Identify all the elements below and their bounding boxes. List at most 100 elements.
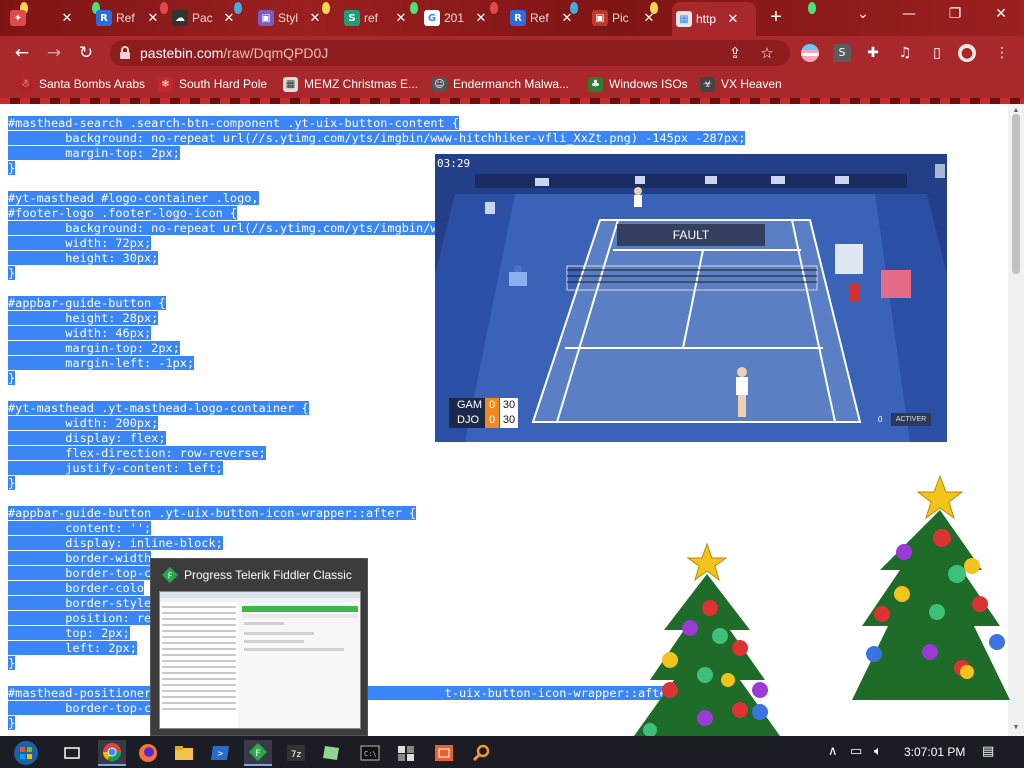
letter-r-icon: R (510, 10, 526, 26)
browser-tab[interactable]: R Ref ✕ (92, 4, 172, 32)
selected-code-text: content: ''; (8, 521, 152, 535)
scroll-down-arrow-icon[interactable]: ▼ (1011, 724, 1021, 732)
show-hidden-icons-icon[interactable]: ∧ (828, 744, 838, 759)
forward-button[interactable]: → (42, 41, 66, 65)
selected-code-text: #yt-masthead .yt-masthead-logo-container… (8, 401, 309, 415)
code-line: background: no-repeat url(//s.ytimg.com/… (8, 131, 746, 146)
bookmark-item[interactable]: ☃ Santa Bombs Arabs (18, 75, 145, 93)
svg-text:F: F (168, 572, 173, 581)
tree-icon: ♣ (588, 76, 603, 92)
activer-button[interactable]: ACTIVER (891, 413, 931, 426)
tab-title: Pic (612, 11, 629, 25)
task-view-icon[interactable] (58, 740, 86, 766)
new-tab-button[interactable]: + (764, 6, 788, 30)
bookmark-label: Windows ISOs (609, 77, 688, 91)
media-control-icon[interactable]: ♫ (896, 44, 914, 62)
search-app-icon[interactable] (468, 740, 496, 766)
browser-tab[interactable]: ▣ Pic ✕ (588, 4, 668, 32)
cloud-icon: ☁ (172, 10, 188, 26)
volume-icon[interactable]: 🔈︎ (874, 744, 882, 759)
fiddler-window-preview[interactable] (159, 591, 361, 729)
flag-extension-icon[interactable] (801, 44, 819, 62)
reg-app-icon[interactable] (430, 740, 458, 766)
file-explorer-icon[interactable] (170, 740, 198, 766)
close-tab-icon[interactable]: ✕ (146, 10, 160, 26)
fiddler-icon[interactable]: F (244, 740, 272, 766)
menu-kebab-icon[interactable]: ⋮ (993, 44, 1011, 62)
browser-tab[interactable]: Sref ✕ (340, 4, 420, 32)
tab-search-chevron-icon[interactable]: ⌄ (840, 0, 886, 30)
windows-taskbar: > F 7z C:\ ∧ ▭ 🔈︎ 3:07:01 PM ▤ (0, 736, 1024, 768)
taskbar-thumbnail-preview[interactable]: F Progress Telerik Fiddler Classic (150, 558, 368, 736)
back-button[interactable]: ← (10, 41, 34, 65)
browser-tab[interactable]: R Ref ✕ (506, 4, 586, 32)
scrollbar-thumb[interactable] (1012, 114, 1020, 274)
tennis-game-overlay[interactable]: 03:29 FAULT GAM 0 30 DJO 0 30 0 ACTIVER (435, 154, 947, 442)
close-tab-icon[interactable]: ✕ (560, 10, 574, 26)
close-tab-icon[interactable]: ✕ (308, 10, 322, 26)
player-1-name: GAM (449, 398, 485, 413)
fiddler-icon: F (162, 567, 178, 583)
close-tab-icon[interactable]: ✕ (222, 10, 236, 26)
close-tab-icon[interactable]: ✕ (394, 10, 408, 26)
navigation-bar: ← → ↻ pastebin.com/raw/DqmQPD0J ⇪ ☆ S ✚ … (0, 36, 1024, 70)
close-tab-icon[interactable]: ✕ (60, 10, 74, 26)
bookmark-item[interactable]: ▦ MEMZ Christmas E... (283, 75, 418, 93)
system-clock[interactable]: 3:07:01 PM (904, 745, 965, 759)
tab-title: Styl (278, 11, 299, 25)
firefox-icon[interactable] (134, 740, 162, 766)
cmd-icon[interactable]: C:\ (356, 740, 384, 766)
start-orb-icon[interactable] (8, 740, 44, 766)
7zip-icon[interactable]: 7z (282, 740, 310, 766)
powershell-icon[interactable]: > (206, 740, 234, 766)
share-icon[interactable]: ⇪ (726, 44, 744, 62)
bookmark-item[interactable]: ♣ Windows ISOs (588, 75, 688, 93)
selected-code-text: height: 28px; (8, 311, 159, 325)
reload-button[interactable]: ↻ (74, 41, 98, 65)
tab-title: Pac (192, 11, 213, 25)
thumbnail-title: Progress Telerik Fiddler Classic (184, 568, 352, 582)
xmas-tab-icon: ✦ (10, 10, 26, 26)
browser-tab[interactable]: ▣ Styl ✕ (254, 4, 334, 32)
profile-avatar-icon[interactable]: ● (958, 44, 976, 62)
biohazard-icon: ☣ (700, 76, 715, 92)
extensions-puzzle-icon[interactable]: ✚ (864, 44, 882, 62)
browser-tab[interactable]: ✦ ✕ (6, 4, 86, 32)
tab-title: ref (364, 11, 379, 25)
browser-tab[interactable]: ▦ http ✕ (672, 2, 756, 36)
selected-code-text: left: 2px; (8, 641, 137, 655)
puzzle-app-icon[interactable] (392, 740, 420, 766)
grid-icon: ▦ (676, 11, 692, 27)
svg-text:C:\: C:\ (364, 750, 377, 758)
close-tab-icon[interactable]: ✕ (642, 10, 656, 26)
selected-code-text: margin-top: 2px; (8, 146, 180, 160)
svg-text:F: F (255, 749, 260, 759)
bookmark-star-icon[interactable]: ☆ (758, 44, 776, 62)
selected-code-text: margin-left: -1px; (8, 356, 195, 370)
browser-tab[interactable]: G 201 ✕ (420, 4, 500, 32)
address-bar[interactable]: pastebin.com/raw/DqmQPD0J ⇪ ☆ (110, 40, 790, 66)
selected-code-text: border-top-c (8, 701, 152, 715)
restore-button[interactable]: ❐ (932, 0, 978, 30)
side-panel-icon[interactable]: ▯ (928, 44, 946, 62)
bookmark-item[interactable]: ❄ South Hard Pole (158, 75, 267, 93)
selected-code-text: justify-content: left; (8, 461, 223, 475)
code-line: #appbar-guide-button .yt-uix-button-icon… (8, 506, 745, 521)
browser-tab[interactable]: ☁ Pac ✕ (168, 4, 248, 32)
lock-icon[interactable] (120, 46, 130, 59)
close-tab-icon[interactable]: ✕ (474, 10, 488, 26)
s-extension-icon[interactable]: S (833, 44, 851, 62)
minimize-button[interactable]: — (886, 0, 932, 30)
chrome-icon[interactable] (98, 740, 126, 766)
bookmark-item[interactable]: ☣ VX Heaven (700, 75, 782, 93)
tab-strip: ✦ ✕ R Ref ✕ ☁ Pac ✕ ▣ Styl ✕ Sref ✕ G 201 ✕ R Ref ✕ ▣ Pic ✕ ▦ h… (0, 0, 1024, 36)
selected-code-text: border-width (8, 551, 152, 565)
bookmark-item[interactable]: ☺ Endermanch Malwa... (432, 75, 569, 93)
selected-code-text: top: 2px; (8, 626, 130, 640)
close-window-button[interactable]: ✕ (978, 0, 1024, 30)
notifications-icon[interactable]: ▤ (982, 744, 994, 759)
network-icon[interactable]: ▭ (850, 744, 862, 759)
close-tab-icon[interactable]: ✕ (726, 11, 740, 27)
notepadpp-icon[interactable] (318, 740, 346, 766)
url-text: pastebin.com/raw/DqmQPD0J (140, 45, 329, 61)
